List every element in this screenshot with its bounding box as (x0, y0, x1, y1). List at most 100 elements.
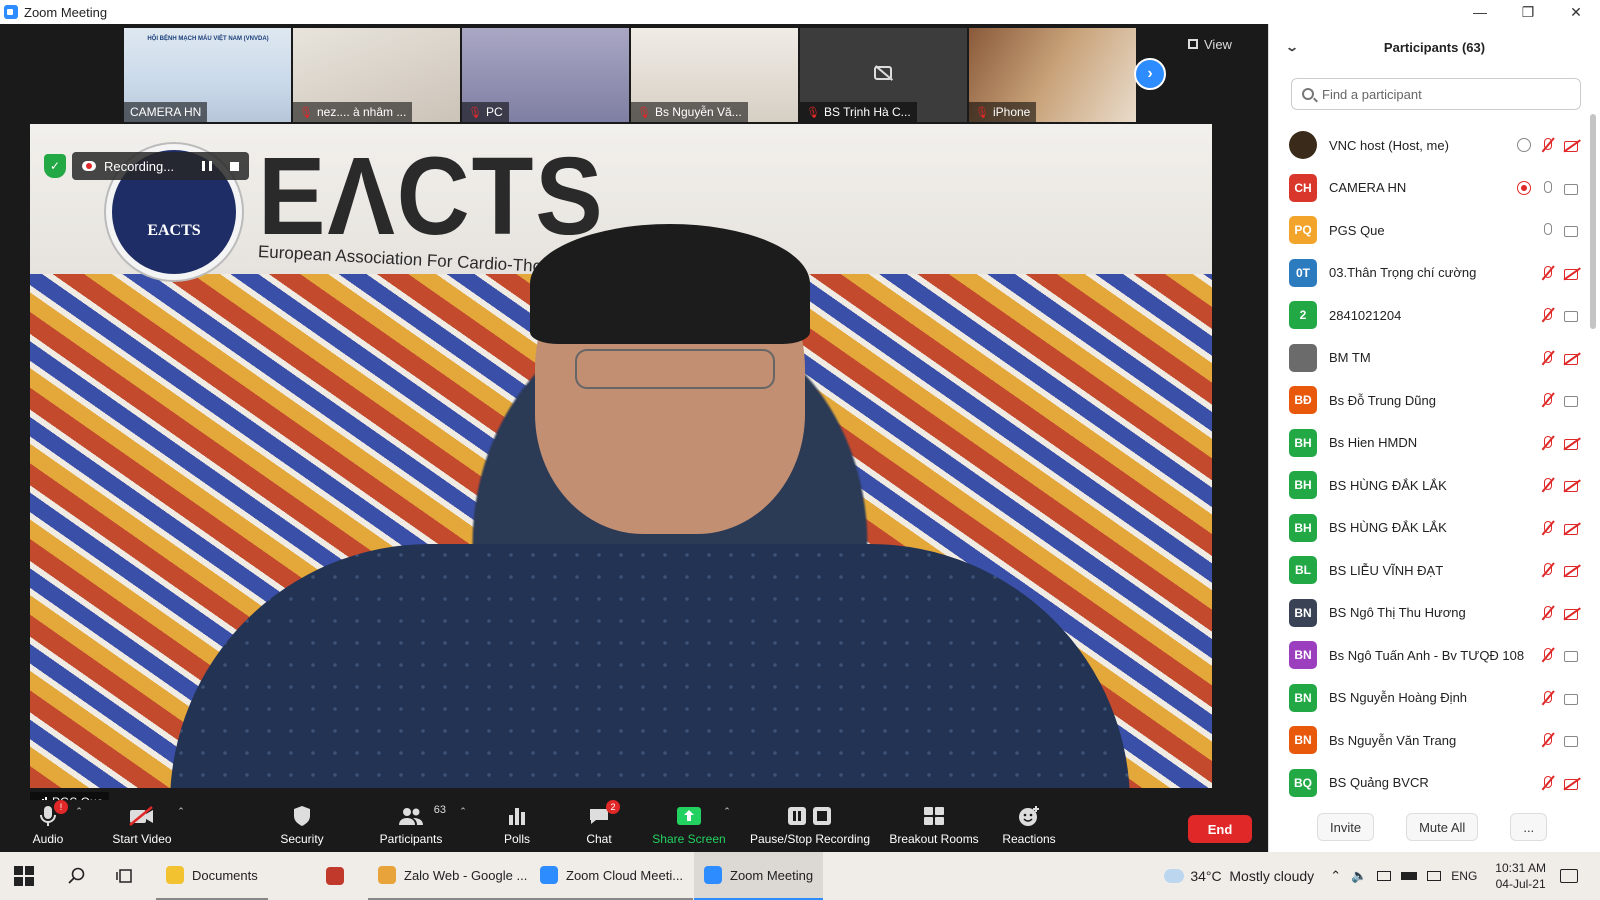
video-tile[interactable]: 🎙 iPhone (969, 28, 1136, 122)
windows-start-icon[interactable] (14, 866, 34, 886)
video-options-caret[interactable]: ⌃ (174, 800, 188, 852)
stop-icon[interactable] (230, 161, 240, 171)
participant-row[interactable]: BN BS Nguyễn Hoàng Định (1269, 677, 1589, 720)
audio-options-caret[interactable]: ⌃ (72, 800, 86, 852)
reactions-button[interactable]: Reactions (1000, 800, 1058, 852)
main-video[interactable]: EACTS EΛCTS European Association For Car… (30, 124, 1212, 788)
microphone-icon[interactable] (1539, 180, 1555, 196)
muted-mic-icon: 🎙 (806, 106, 820, 119)
breakout-rooms-button[interactable]: Breakout Rooms (886, 800, 982, 852)
mic-muted-icon[interactable] (1539, 562, 1555, 578)
chevron-up-icon[interactable]: ⌃ (1330, 868, 1341, 884)
participant-row[interactable]: BM TM (1269, 337, 1589, 380)
participant-row[interactable]: BN BS Ngô Thị Thu Hương (1269, 592, 1589, 635)
avatar: BQ (1289, 768, 1317, 797)
display-icon[interactable] (1427, 871, 1442, 881)
mute-all-button[interactable]: Mute All (1406, 813, 1479, 841)
participant-row[interactable]: BN Bs Ngô Tuấn Anh - Bv TƯQĐ 108 (1269, 634, 1589, 677)
app-icon (540, 866, 558, 884)
taskbar-item[interactable]: Zalo Web - Google ... (368, 852, 538, 900)
mic-muted-icon[interactable] (1539, 605, 1555, 621)
taskbar-item[interactable]: Zoom Meeting (694, 852, 824, 900)
video-tile[interactable]: HỘI BỆNH MẠCH MÁU VIỆT NAM (VNVDA) CAMER… (124, 28, 291, 122)
microphone-icon[interactable] (1539, 222, 1555, 238)
participants-options-caret[interactable]: ⌃ (456, 800, 470, 852)
title-bar: Zoom Meeting — ❐ ✕ (0, 0, 1600, 24)
participant-row[interactable]: BH BS HÙNG ĐẮK LẮK (1269, 464, 1589, 507)
mic-muted-icon[interactable] (1539, 435, 1555, 451)
search-taskbar-icon[interactable] (58, 852, 96, 900)
shield-icon[interactable]: ✓ (44, 154, 66, 178)
next-page-arrow-icon[interactable]: › (1134, 58, 1166, 90)
chevron-up-icon: ⌃ (723, 806, 731, 816)
pause-icon[interactable] (202, 161, 213, 171)
view-button[interactable]: View (1180, 32, 1240, 56)
battery-icon[interactable] (1401, 872, 1418, 880)
taskbar-item[interactable] (316, 852, 354, 900)
mic-muted-icon[interactable] (1539, 137, 1555, 153)
participant-row[interactable]: VNC host (Host, me) (1269, 124, 1589, 167)
participant-row[interactable]: BN Bs Nguyễn Văn Trang (1269, 719, 1589, 762)
video-tile[interactable]: 🎙 PC (462, 28, 629, 122)
mic-muted-icon[interactable] (1539, 392, 1555, 408)
mic-muted-icon[interactable] (1539, 690, 1555, 706)
speaker-icon[interactable]: 🔈 (1351, 868, 1367, 884)
participant-search-input[interactable]: Find a participant (1291, 78, 1581, 110)
task-view-icon[interactable] (106, 852, 144, 900)
end-meeting-button[interactable]: End (1188, 815, 1252, 843)
video-off-icon (1563, 350, 1581, 366)
restore-button[interactable]: ❐ (1504, 0, 1552, 24)
speaker-shirt (170, 544, 1130, 788)
participant-row[interactable]: CH CAMERA HN (1269, 167, 1589, 210)
video-off-icon (1563, 605, 1581, 621)
taskbar-item[interactable]: Documents (156, 852, 268, 900)
chevron-down-icon[interactable]: ⌄ (1285, 40, 1299, 54)
language-indicator[interactable]: ENG (1451, 869, 1477, 883)
participants-button[interactable]: 63 Participants (376, 800, 446, 852)
polls-button[interactable]: Polls (500, 800, 534, 852)
share-options-caret[interactable]: ⌃ (720, 800, 734, 852)
participant-name: 2841021204 (1329, 307, 1402, 323)
participant-row[interactable]: BL BS LIỄU VĨNH ĐẠT (1269, 549, 1589, 592)
video-tile[interactable]: 🎙 BS Trịnh Hà C... (800, 28, 967, 122)
chat-button[interactable]: 2 Chat (582, 800, 620, 852)
mic-muted-icon[interactable] (1539, 647, 1555, 663)
participant-row[interactable]: PQ PGS Que (1269, 209, 1589, 252)
participant-row[interactable]: BĐ Bs Đỗ Trung Dũng (1269, 379, 1589, 422)
minimize-button[interactable]: — (1456, 0, 1504, 24)
video-tile[interactable]: 🎙 nez.... à nhâm ... (293, 28, 460, 122)
participant-row[interactable]: 2 2841021204 (1269, 294, 1589, 337)
participant-row[interactable]: BH Bs Hien HMDN (1269, 422, 1589, 465)
audio-button[interactable]: ! Audio (26, 800, 70, 852)
muted-mic-icon: 🎙 (975, 106, 989, 119)
network-icon[interactable] (1377, 871, 1392, 881)
mic-muted-icon[interactable] (1539, 775, 1555, 791)
participant-status-icons (1517, 167, 1581, 209)
panel-scrollbar[interactable] (1590, 114, 1596, 329)
participant-row[interactable]: BQ BS Quảng BVCR (1269, 762, 1589, 805)
avatar (1289, 343, 1317, 372)
mic-muted-icon[interactable] (1539, 307, 1555, 323)
clock[interactable]: 10:31 AM 04-Jul-21 (1495, 860, 1546, 892)
video-off-icon (1563, 775, 1581, 791)
invite-button[interactable]: Invite (1317, 813, 1375, 841)
view-label: View (1204, 36, 1232, 52)
participant-status-icons (1539, 294, 1581, 336)
weather-text[interactable]: 34°C Mostly cloudy (1190, 868, 1314, 884)
notification-icon[interactable] (1560, 869, 1578, 883)
close-button[interactable]: ✕ (1552, 0, 1600, 24)
mic-muted-icon[interactable] (1539, 477, 1555, 493)
start-video-button[interactable]: Start Video (106, 800, 178, 852)
participant-row[interactable]: 0T 03.Thân Trọng chí cường (1269, 252, 1589, 295)
video-tile[interactable]: 🎙 Bs Nguyễn Vă... (631, 28, 798, 122)
participant-row[interactable]: BH BS HÙNG ĐẮK LẮK (1269, 507, 1589, 550)
mic-muted-icon[interactable] (1539, 732, 1555, 748)
security-button[interactable]: Security (276, 800, 328, 852)
share-screen-button[interactable]: Share Screen (650, 800, 728, 852)
mic-muted-icon[interactable] (1539, 265, 1555, 281)
more-options-button[interactable]: ... (1510, 813, 1548, 841)
pause-stop-recording-button[interactable]: Pause/Stop Recording (748, 800, 872, 852)
mic-muted-icon[interactable] (1539, 520, 1555, 536)
mic-muted-icon[interactable] (1539, 350, 1555, 366)
taskbar-item[interactable]: Zoom Cloud Meeti... (530, 852, 694, 900)
